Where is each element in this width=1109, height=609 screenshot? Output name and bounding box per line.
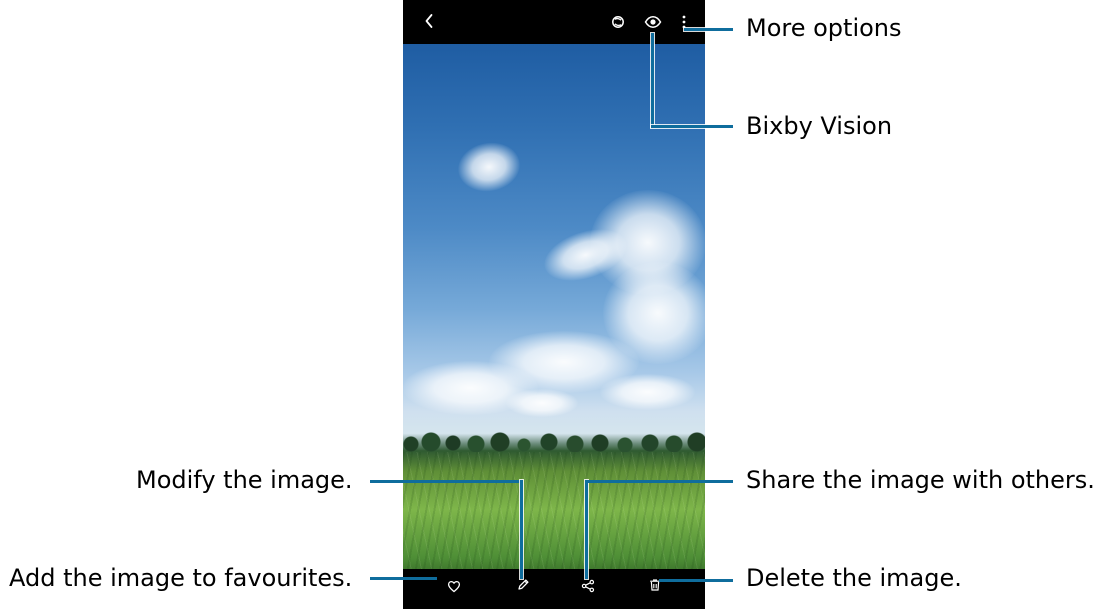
delete-callout-line [659,579,733,582]
delete-image-callout: Delete the image. [746,564,962,592]
share-callout-vertical-line [585,480,588,579]
edit-pencil-icon[interactable] [514,576,532,594]
top-toolbar [403,0,705,44]
modify-callout-vertical-line [520,480,523,579]
add-favourites-callout: Add the image to favourites. [9,564,353,592]
phone-screen [403,0,705,609]
modify-image-callout: Modify the image. [136,466,353,494]
share-callout-horizontal-line [585,480,733,483]
share-icon[interactable] [579,577,597,595]
cloud-shape [506,389,578,417]
bixby-vision-eye-icon[interactable] [642,12,664,32]
back-icon[interactable] [419,11,439,31]
bixby-vision-callout-vertical-line [651,33,654,127]
remaster-icon[interactable] [609,13,627,31]
more-options-callout: More options [746,14,902,42]
modify-callout-horizontal-line [370,480,523,483]
favourite-heart-icon[interactable] [445,577,463,595]
bottom-toolbar [403,569,705,609]
favourites-callout-line [370,577,437,580]
bixby-vision-callout: Bixby Vision [746,112,893,140]
more-options-callout-line [684,28,733,31]
share-image-callout: Share the image with others. [746,466,1095,494]
treeline [403,430,705,452]
cloud-shape [600,374,695,410]
cloud-shape [454,137,524,197]
gallery-help-diagram: More options Bixby Vision Modify the ima… [0,0,1109,609]
bixby-vision-callout-horizontal-line [651,125,733,128]
